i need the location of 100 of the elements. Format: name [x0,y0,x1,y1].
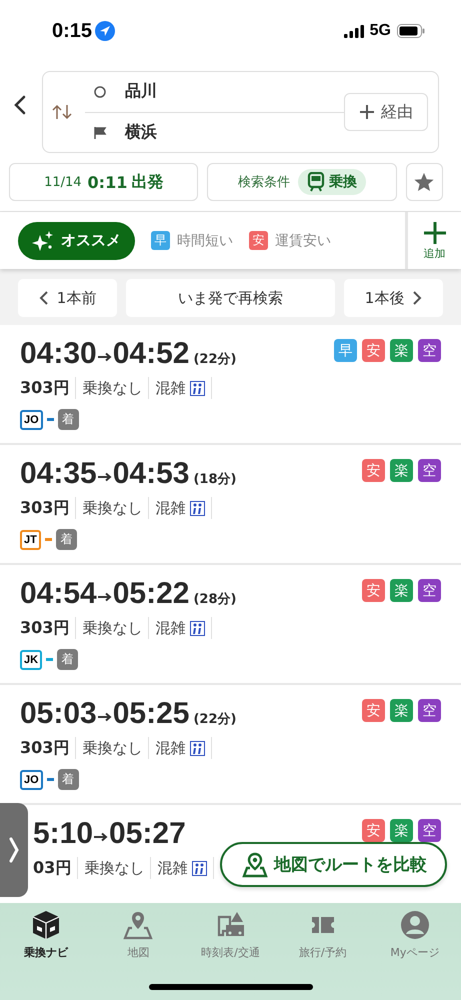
tab-bar-item[interactable]: 地図 [92,909,184,960]
favorite-button[interactable] [406,163,443,201]
map-compare-button[interactable]: 地図でルートを比較 [220,842,447,887]
transfers: 乗換なし [84,858,144,878]
departure-time: 04:30 [20,337,97,371]
battery-icon [397,24,425,38]
crowd-icon [190,500,206,516]
origin-station[interactable]: 品川 [125,81,157,102]
arrival-time: 05:27 [109,817,186,851]
add-button[interactable]: 追加 [405,212,461,269]
route-tag: 安 [362,579,385,602]
filter-tab[interactable]: オススメ [18,222,135,260]
route-tag: 楽 [390,339,413,362]
departure-time-button[interactable]: 11/14 0:11 出発 [9,163,198,201]
arrow-icon [98,712,112,722]
status-time: 0:15 [52,20,92,42]
arrow-icon [94,832,108,842]
fare: 303円 [20,498,70,518]
route-tag: 空 [418,579,441,602]
route-tag: 早 [334,339,357,362]
filter-tab[interactable]: 早 時間短い [151,222,233,260]
star-icon [413,171,436,193]
signal-icon [344,24,364,38]
crowd-label: 混雑 [155,498,186,518]
crowd-icon [190,380,206,396]
destination-station[interactable]: 横浜 [125,122,157,143]
duration: (22分) [193,711,236,728]
line-badge: JT [20,530,41,550]
departure-time: 5:10 [33,817,94,851]
arrival-time: 04:52 [112,337,190,371]
route-tag: 楽 [390,459,413,482]
arrow-icon [98,592,112,602]
flag-icon [93,126,107,140]
sparkle-icon [32,230,54,252]
fare: 303円 [20,738,70,758]
chevron-right-icon [8,836,20,864]
route-tag: 空 [418,819,441,842]
route-tag: 楽 [390,699,413,722]
tab-bar-item[interactable]: 旅行/予約 [276,909,369,960]
crowd-icon [190,740,206,756]
arrival-time: 05:25 [112,697,190,731]
departure-time: 04:54 [20,577,97,611]
crowd-label: 混雑 [157,858,188,878]
arrow-icon [98,472,112,482]
via-button[interactable]: 経由 [344,93,428,131]
route-tag: 楽 [390,819,413,842]
arrival-badge: 着 [56,529,77,550]
chevron-right-icon [412,290,422,306]
fare: 303円 [20,378,70,398]
departure-time: 05:03 [20,697,97,731]
route-tag: 空 [418,699,441,722]
transfers: 乗換なし [82,618,142,638]
line-badge: JO [20,770,43,790]
duration: (18分) [193,471,236,488]
route-tag: 安 [362,819,385,842]
swap-icon[interactable] [51,103,73,121]
line-badge: JO [20,410,43,430]
next-button[interactable]: 1本後 [344,279,443,317]
route-tag: 楽 [390,579,413,602]
search-conditions-button[interactable]: 検索条件 乗換 [207,163,397,201]
line-badge: JK [20,650,42,670]
transfers: 乗換なし [82,498,142,518]
tag-badge: 安 [249,231,268,250]
tab-bar-item[interactable]: Myページ [368,909,461,960]
crowd-label: 混雑 [155,738,186,758]
filter-tab[interactable]: 安 運賃安い [249,222,331,260]
network-label: 5G [370,22,391,40]
crowd-label: 混雑 [155,378,186,398]
route-tag: 安 [362,339,385,362]
departure-time: 04:35 [20,457,97,491]
origin-icon [93,84,107,98]
crowd-icon [192,860,208,876]
arrival-badge: 着 [58,409,79,430]
arrow-icon [98,352,112,362]
map-pin-icon [242,852,268,878]
back-icon[interactable] [14,95,26,115]
route-tag: 安 [362,459,385,482]
tab-bar-item[interactable]: 乗換ナビ [0,909,92,960]
arrival-time: 05:22 [112,577,190,611]
arrival-badge: 着 [57,649,78,670]
route-tag: 安 [362,699,385,722]
crowd-icon [190,620,206,636]
route-tag: 空 [418,459,441,482]
chevron-left-icon [38,290,49,306]
side-panel-handle[interactable] [0,803,28,897]
arrival-badge: 着 [58,769,79,790]
tag-badge: 早 [151,231,170,250]
user-icon [398,909,431,941]
fare: 303円 [20,618,70,638]
previous-button[interactable]: 1本前 [18,279,117,317]
crowd-label: 混雑 [155,618,186,638]
transfers: 乗換なし [82,738,142,758]
location-icon [95,21,116,41]
map-pin-icon [122,909,154,941]
tab-bar-item[interactable]: 時刻表/交通 [184,909,277,960]
arrival-time: 04:53 [112,457,190,491]
route-tag: 空 [418,339,441,362]
duration: (28分) [193,591,236,608]
research-button[interactable]: いま発で再検索 [126,279,335,317]
fare: 03円 [33,858,72,878]
